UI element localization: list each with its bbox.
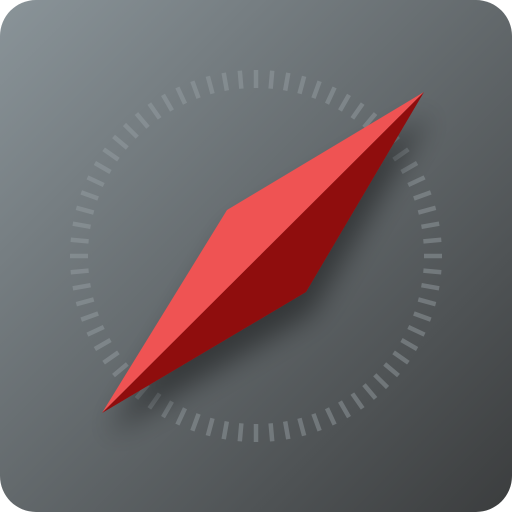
dial-tick-mark — [221, 421, 230, 440]
compass-app-icon[interactable] — [0, 0, 512, 512]
dial-tick-mark — [282, 421, 291, 440]
dial-tick-mark — [282, 72, 291, 91]
dial-tick-mark — [237, 70, 244, 89]
dial-tick-mark — [421, 282, 440, 291]
dial-tick-mark — [72, 282, 91, 291]
dial-tick-mark — [221, 72, 230, 91]
dial-tick-mark — [268, 70, 275, 89]
dial-tick-mark — [423, 237, 442, 244]
dial-tick-mark — [70, 237, 89, 244]
dial-tick-mark — [268, 423, 275, 442]
compass-icon-graphic — [0, 0, 512, 512]
dial-tick-mark — [421, 221, 440, 230]
dial-tick-mark — [237, 423, 244, 442]
dial-tick-mark — [70, 268, 89, 275]
dial-tick-mark — [423, 268, 442, 275]
dial-tick-mark — [72, 221, 91, 230]
